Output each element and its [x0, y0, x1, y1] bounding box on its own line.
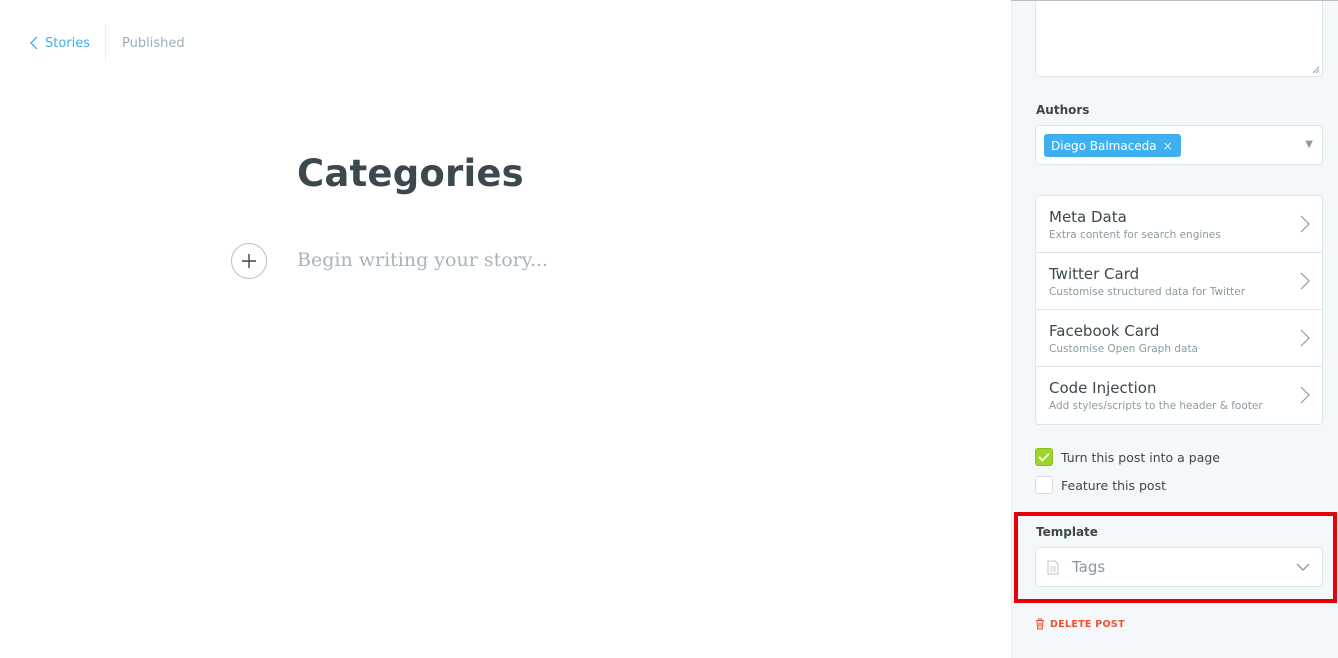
plus-icon	[242, 254, 256, 268]
resize-grip-icon[interactable]	[1312, 66, 1320, 74]
caret-down-icon[interactable]: ▼	[1305, 139, 1313, 150]
checkbox-label: Feature this post	[1061, 477, 1166, 493]
chevron-left-icon	[30, 36, 38, 50]
chevron-right-icon	[1300, 386, 1310, 404]
nav-item-title: Twitter Card	[1049, 265, 1140, 283]
post-status: Published	[122, 35, 185, 51]
delete-post-button[interactable]: DELETE POST	[1035, 618, 1125, 630]
authors-select[interactable]: Diego Balmaceda × ▼	[1035, 125, 1323, 165]
nav-item-description: Customise structured data for Twitter	[1049, 286, 1246, 298]
add-card-button[interactable]	[231, 243, 267, 279]
nav-item-facebook-card[interactable]: Facebook Card Customise Open Graph data	[1036, 310, 1322, 367]
nav-item-description: Add styles/scripts to the header & foote…	[1049, 400, 1263, 412]
nav-item-description: Customise Open Graph data	[1049, 343, 1198, 355]
author-token[interactable]: Diego Balmaceda ×	[1044, 134, 1181, 157]
page-toggle-checkbox[interactable]: Turn this post into a page	[1035, 448, 1220, 466]
back-link-label: Stories	[45, 35, 91, 51]
authors-label: Authors	[1036, 103, 1090, 117]
nav-item-title: Meta Data	[1049, 208, 1127, 226]
story-body-input[interactable]: Begin writing your story...	[297, 249, 548, 271]
excerpt-textarea[interactable]	[1035, 1, 1323, 77]
nav-item-title: Code Injection	[1049, 379, 1157, 397]
check-icon	[1038, 452, 1050, 462]
chevron-right-icon	[1300, 215, 1310, 233]
trash-icon	[1036, 618, 1044, 630]
post-title[interactable]: Categories	[297, 152, 524, 195]
feature-post-checkbox[interactable]: Feature this post	[1035, 476, 1166, 494]
editor-area: Stories Published Categories Begin writi…	[0, 0, 1011, 658]
remove-author-icon[interactable]: ×	[1163, 139, 1173, 153]
breadcrumb: Stories Published	[29, 24, 185, 62]
chevron-right-icon	[1300, 272, 1310, 290]
chevron-right-icon	[1300, 329, 1310, 347]
template-highlight-box	[1014, 512, 1337, 603]
nav-item-description: Extra content for search engines	[1049, 229, 1221, 241]
nav-item-twitter-card[interactable]: Twitter Card Customise structured data f…	[1036, 253, 1322, 310]
checkbox-unchecked[interactable]	[1035, 476, 1053, 494]
checkbox-label: Turn this post into a page	[1061, 449, 1220, 465]
checkbox-checked[interactable]	[1035, 448, 1053, 466]
nav-item-title: Facebook Card	[1049, 322, 1160, 340]
nav-item-meta-data[interactable]: Meta Data Extra content for search engin…	[1036, 196, 1322, 253]
delete-post-label: DELETE POST	[1050, 618, 1125, 630]
nav-item-code-injection[interactable]: Code Injection Add styles/scripts to the…	[1036, 367, 1322, 424]
back-to-stories-link[interactable]: Stories	[29, 24, 105, 62]
settings-nav-list: Meta Data Extra content for search engin…	[1035, 195, 1323, 425]
author-name: Diego Balmaceda	[1051, 138, 1157, 153]
